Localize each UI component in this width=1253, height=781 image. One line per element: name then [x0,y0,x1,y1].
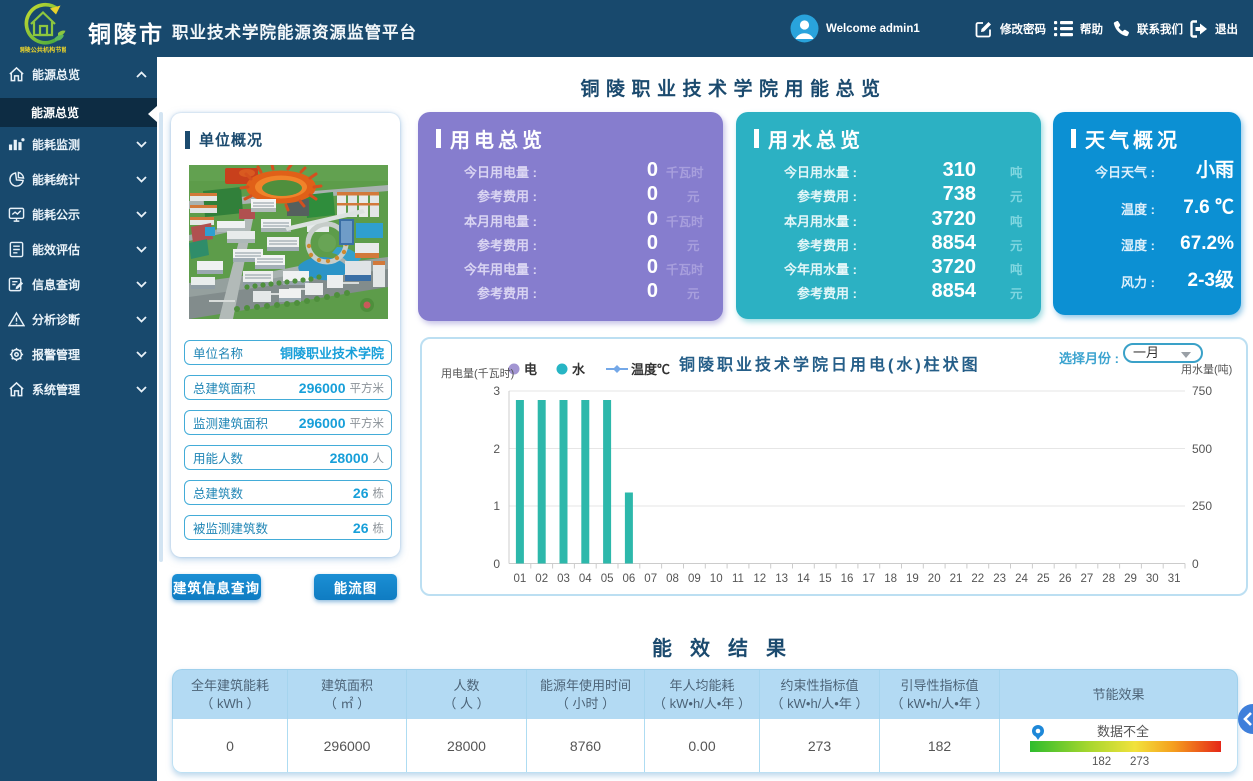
svg-text:22: 22 [971,573,984,585]
svg-text:28: 28 [1102,573,1115,585]
svg-text:0: 0 [493,557,500,571]
svg-text:21: 21 [950,573,963,585]
svg-text:26: 26 [1059,573,1072,585]
svg-text:数据不全: 数据不全 [1097,724,1149,739]
svg-text:07: 07 [644,573,657,585]
svg-text:182: 182 [1092,756,1111,768]
svg-text:铜陵公共机构节能: 铜陵公共机构节能 [20,46,66,54]
svg-text:用电量(千瓦时): 用电量(千瓦时) [441,367,514,380]
svg-text:12: 12 [753,573,766,585]
svg-text:用水量(吨): 用水量(吨) [1181,363,1232,376]
svg-text:3: 3 [493,384,500,398]
svg-text:750: 750 [1192,384,1212,398]
svg-text:1: 1 [493,499,500,513]
svg-text:03: 03 [557,573,570,585]
svg-text:01: 01 [514,573,527,585]
svg-text:17: 17 [862,573,875,585]
svg-text:0: 0 [1192,557,1199,571]
svg-text:10: 10 [710,573,723,585]
svg-text:500: 500 [1192,442,1212,456]
svg-text:19: 19 [906,573,919,585]
svg-text:16: 16 [841,573,854,585]
svg-text:水: 水 [572,362,586,377]
svg-text:29: 29 [1124,573,1137,585]
svg-text:05: 05 [601,573,614,585]
svg-text:08: 08 [666,573,679,585]
svg-text:273: 273 [1130,756,1149,768]
svg-text:24: 24 [1015,573,1028,585]
svg-text:02: 02 [535,573,548,585]
svg-text:09: 09 [688,573,701,585]
svg-text:温度℃: 温度℃ [631,362,670,377]
svg-text:04: 04 [579,573,592,585]
svg-text:14: 14 [797,573,810,585]
svg-text:18: 18 [884,573,897,585]
svg-text:20: 20 [928,573,941,585]
svg-text:250: 250 [1192,499,1212,513]
svg-text:13: 13 [775,573,788,585]
svg-text:2: 2 [493,442,500,456]
svg-text:电: 电 [524,362,537,377]
svg-text:06: 06 [623,573,636,585]
svg-text:23: 23 [993,573,1006,585]
svg-text:15: 15 [819,573,832,585]
svg-text:11: 11 [732,573,744,585]
svg-text:27: 27 [1081,573,1094,585]
svg-text:31: 31 [1168,573,1181,585]
svg-text:30: 30 [1146,573,1159,585]
svg-text:25: 25 [1037,573,1050,585]
